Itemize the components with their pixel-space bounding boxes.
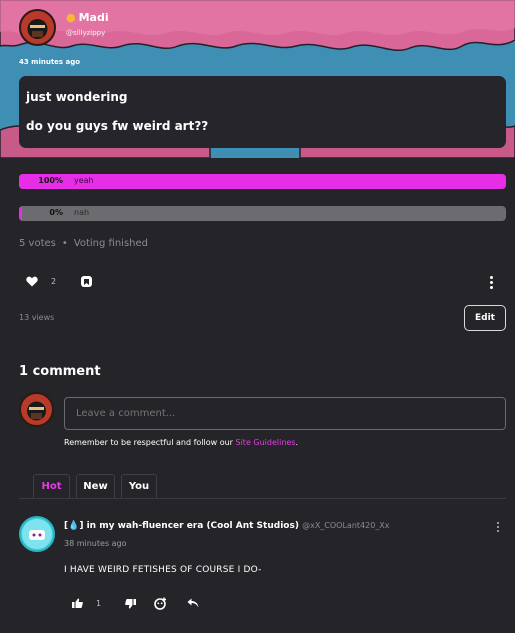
view-count: 13 views <box>19 313 55 322</box>
site-guidelines-link[interactable]: Site Guidelines <box>236 438 296 447</box>
poll-percent: 100% <box>38 176 63 185</box>
edit-button[interactable]: Edit <box>464 305 506 331</box>
comment-timestamp: 38 minutes ago <box>64 539 127 548</box>
poll-meta: 5 votes • Voting finished <box>19 238 148 249</box>
comment-author-handle: @xX_COOLant420_Xx <box>302 521 390 530</box>
comment-options-kebab-icon[interactable] <box>497 522 499 534</box>
poll-option-nah[interactable]: 0% nah <box>19 206 506 221</box>
current-user-avatar <box>19 392 54 427</box>
thumb-up-icon[interactable] <box>72 598 83 611</box>
bookmark-icon[interactable] <box>80 275 93 291</box>
poll-percent: 0% <box>49 208 63 217</box>
poll-option-yeah[interactable]: 100% yeah <box>19 174 506 189</box>
comment-author[interactable]: [💧] in my wah-fluencer era (Cool Ant Stu… <box>64 521 390 531</box>
tab-hot[interactable]: Hot <box>33 474 70 499</box>
post-line: do you guys fw weird art?? <box>26 119 209 133</box>
tab-new[interactable]: New <box>76 474 115 499</box>
vote-count: 5 votes <box>19 238 56 249</box>
post-content: just wondering do you guys fw weird art?… <box>19 76 506 148</box>
poll-option-label: nah <box>74 208 90 217</box>
thumb-down-icon[interactable] <box>125 599 136 612</box>
like-count: 2 <box>51 277 57 286</box>
heart-icon[interactable] <box>26 276 38 290</box>
reply-icon[interactable] <box>187 598 199 611</box>
comments-title: 1 comment <box>19 364 101 379</box>
author-avatar[interactable] <box>19 9 56 46</box>
poll-option-label: yeah <box>74 176 94 185</box>
tabs-divider <box>19 498 506 499</box>
avatar-art-icon <box>21 394 52 425</box>
tab-you[interactable]: You <box>121 474 157 499</box>
comment-like-count: 1 <box>96 599 102 608</box>
add-reaction-icon[interactable] <box>154 597 167 613</box>
post-timestamp: 43 minutes ago <box>19 58 81 66</box>
badge-icon: ● <box>66 11 76 24</box>
guidelines-note: Remember to be respectful and follow our… <box>64 438 299 447</box>
avatar-art-icon <box>22 519 52 549</box>
post-options-kebab-icon[interactable] <box>490 276 494 291</box>
comment-body: I HAVE WEIRD FETISHES OF COURSE I DO- <box>64 565 262 575</box>
separator-dot: • <box>61 238 68 249</box>
author-handle[interactable]: @sillyzippy <box>66 29 105 37</box>
poll-status: Voting finished <box>73 238 148 249</box>
commenter-avatar[interactable] <box>19 516 55 552</box>
comment-input[interactable] <box>64 397 506 430</box>
post-line: just wondering <box>26 90 128 104</box>
author-name[interactable]: ● Madi <box>66 11 109 24</box>
